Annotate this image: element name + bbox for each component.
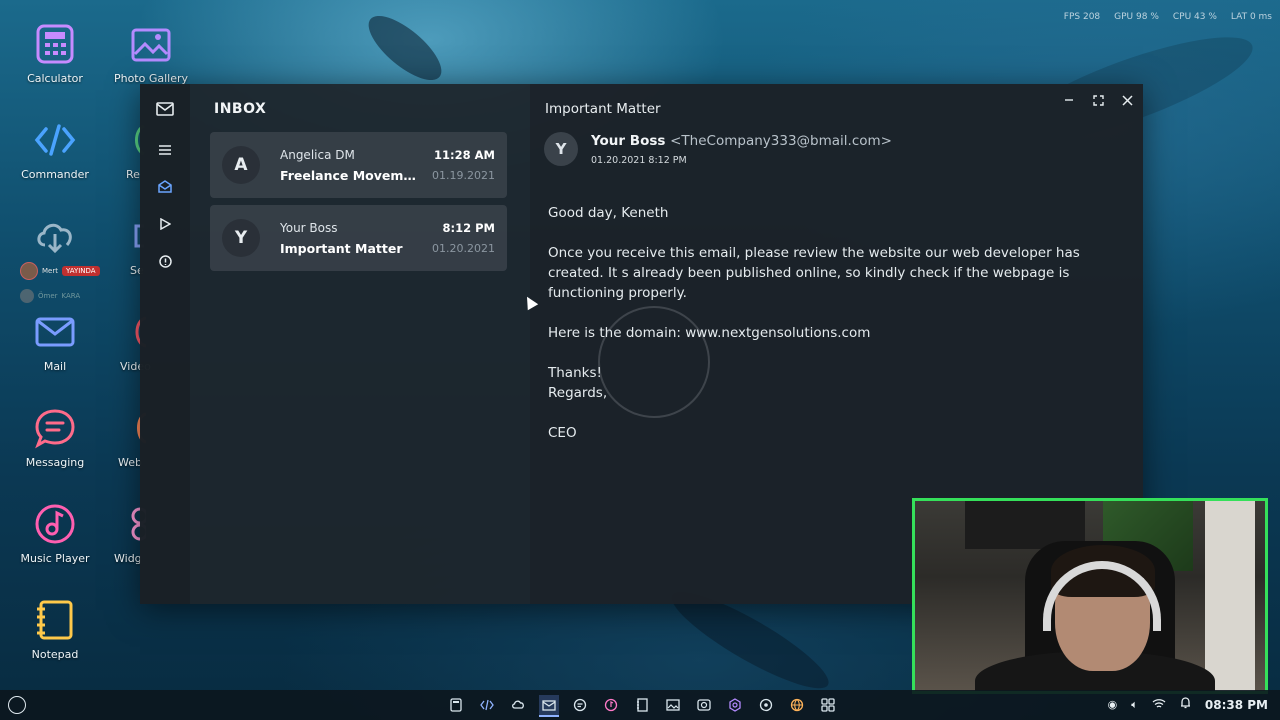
taskbar-cloud-icon[interactable]: [508, 695, 528, 715]
close-icon[interactable]: [1117, 90, 1137, 110]
body-signature: CEO: [548, 425, 577, 441]
system-tray: ◉ 🔈︎ 08:38 PM: [1108, 697, 1268, 712]
maximize-icon[interactable]: [1088, 90, 1108, 110]
taskbar-clock: 08:38 PM: [1204, 697, 1268, 712]
avatar: [20, 289, 34, 303]
mail-app-logo-icon: [154, 98, 176, 120]
message-list-pane: INBOX A Angelica DM Freelance Moveme... …: [190, 84, 530, 604]
minimize-icon[interactable]: [1059, 90, 1079, 110]
latency-stat: LAT 0 ms: [1230, 12, 1272, 22]
inbox-icon[interactable]: [154, 176, 176, 198]
mail-icon: [33, 310, 77, 354]
desktop-icon-photo-gallery[interactable]: Photo Gallery: [106, 22, 196, 85]
message-subject: Freelance Moveme...: [280, 168, 420, 183]
code-icon: [33, 118, 77, 162]
desktop-icon-music-player[interactable]: Music Player: [10, 502, 100, 565]
wifi-icon[interactable]: [1152, 698, 1166, 712]
spam-icon[interactable]: [154, 250, 176, 272]
gpu-stat: GPU 98 %: [1114, 12, 1159, 22]
taskbar-calculator-icon[interactable]: [446, 695, 466, 715]
taskbar-notepad-icon[interactable]: [632, 695, 652, 715]
webcam-overlay: [912, 498, 1268, 694]
cpu-stat: CPU 43 %: [1172, 12, 1217, 22]
taskbar-code-icon[interactable]: [477, 695, 497, 715]
message-time: 11:28 AM: [434, 148, 495, 162]
desktop-icon-label: Mail: [43, 360, 67, 373]
taskbar-web-icon[interactable]: [787, 695, 807, 715]
desktop-icon-messaging[interactable]: Messaging: [10, 406, 100, 469]
user-chip[interactable]: Ömer KARA: [20, 289, 80, 303]
sender-email: <TheCompany333@bmail.com>: [670, 133, 892, 149]
desktop-icon-notepad[interactable]: Notepad: [10, 598, 100, 661]
sender-name: Your Boss: [591, 133, 666, 149]
user-name: Mert: [42, 267, 58, 275]
sender-avatar: A: [222, 146, 260, 184]
message-time: 8:12 PM: [442, 221, 495, 235]
desktop-icon-calculator[interactable]: Calculator: [10, 22, 100, 85]
message-sender: Angelica DM: [280, 148, 355, 162]
open-message-from: Your Boss <TheCompany333@bmail.com>: [591, 133, 892, 149]
message-date: 01.20.2021: [432, 242, 495, 255]
taskbar-network-icon[interactable]: [756, 695, 776, 715]
inbox-title: INBOX: [214, 101, 267, 117]
notification-bell-icon[interactable]: [1180, 697, 1191, 712]
chat-icon: [33, 406, 77, 450]
taskbar-settings-icon[interactable]: [725, 695, 745, 715]
sent-icon[interactable]: [154, 213, 176, 235]
live-badge: YAYINDA: [61, 266, 100, 276]
calculator-icon: [33, 22, 77, 66]
taskbar-apps: [446, 695, 838, 717]
live-user-chip[interactable]: Mert YAYINDA: [20, 262, 100, 280]
taskbar-mail-icon[interactable]: [539, 695, 559, 717]
fps-stat: FPS 208: [1063, 12, 1101, 22]
user-name: Ömer: [38, 292, 58, 300]
open-message-subject: Important Matter: [545, 101, 661, 117]
music-icon: [33, 502, 77, 546]
photo-gallery-icon: [129, 22, 173, 66]
taskbar-music-icon[interactable]: [601, 695, 621, 715]
webcam-background-door: [1205, 501, 1255, 691]
taskbar-gallery-icon[interactable]: [663, 695, 683, 715]
taskbar-camera-icon[interactable]: [694, 695, 714, 715]
message-date: 01.19.2021: [432, 169, 495, 182]
desktop-icon-label: Messaging: [25, 456, 85, 469]
body-thanks: Thanks!: [548, 365, 602, 381]
desktop-icon-label: Notepad: [31, 648, 79, 661]
desktop-icon-cloud[interactable]: [10, 214, 100, 264]
tray-app-icon[interactable]: ◉: [1108, 698, 1118, 711]
desktop-icon-mail[interactable]: Mail: [10, 310, 100, 373]
volume-icon[interactable]: 🔈︎: [1131, 698, 1138, 712]
performance-stats: FPS 208 GPU 98 % CPU 43 % LAT 0 ms: [1064, 12, 1272, 22]
message-sender: Your Boss: [280, 221, 338, 235]
open-message-datetime: 01.20.2021 8:12 PM: [591, 155, 687, 166]
body-regards: Regards,: [548, 385, 608, 401]
body-paragraph: Once you receive this email, please revi…: [548, 245, 1080, 301]
message-body: Good day, Keneth Once you receive this e…: [548, 203, 1108, 463]
body-domain-line: Here is the domain: www.nextgensolutions…: [548, 325, 871, 341]
desktop-icon-commander[interactable]: Commander: [10, 118, 100, 181]
desktop-icon-label: Calculator: [27, 72, 83, 85]
message-list-item[interactable]: Y Your Boss Important Matter 8:12 PM 01.…: [210, 205, 507, 271]
sender-avatar: Y: [222, 219, 260, 257]
cloud-download-icon: [33, 214, 77, 258]
taskbar: ◉ 🔈︎ 08:38 PM: [0, 690, 1280, 720]
message-subject: Important Matter: [280, 241, 403, 256]
mail-nav-rail: [140, 84, 190, 604]
taskbar-widgets-icon[interactable]: [818, 695, 838, 715]
notepad-icon: [33, 598, 77, 642]
avatar: [20, 262, 38, 280]
dolphin-shape: [358, 5, 452, 91]
menu-icon[interactable]: [154, 139, 176, 161]
taskbar-chat-icon[interactable]: [570, 695, 590, 715]
start-button[interactable]: [8, 696, 26, 714]
user-tag: KARA: [61, 292, 81, 300]
sender-avatar: Y: [544, 132, 578, 166]
desktop-icon-label: Commander: [21, 168, 89, 181]
desktop-icon-label: Music Player: [20, 552, 90, 565]
body-greeting: Good day, Keneth: [548, 205, 669, 221]
message-list-item[interactable]: A Angelica DM Freelance Moveme... 11:28 …: [210, 132, 507, 198]
